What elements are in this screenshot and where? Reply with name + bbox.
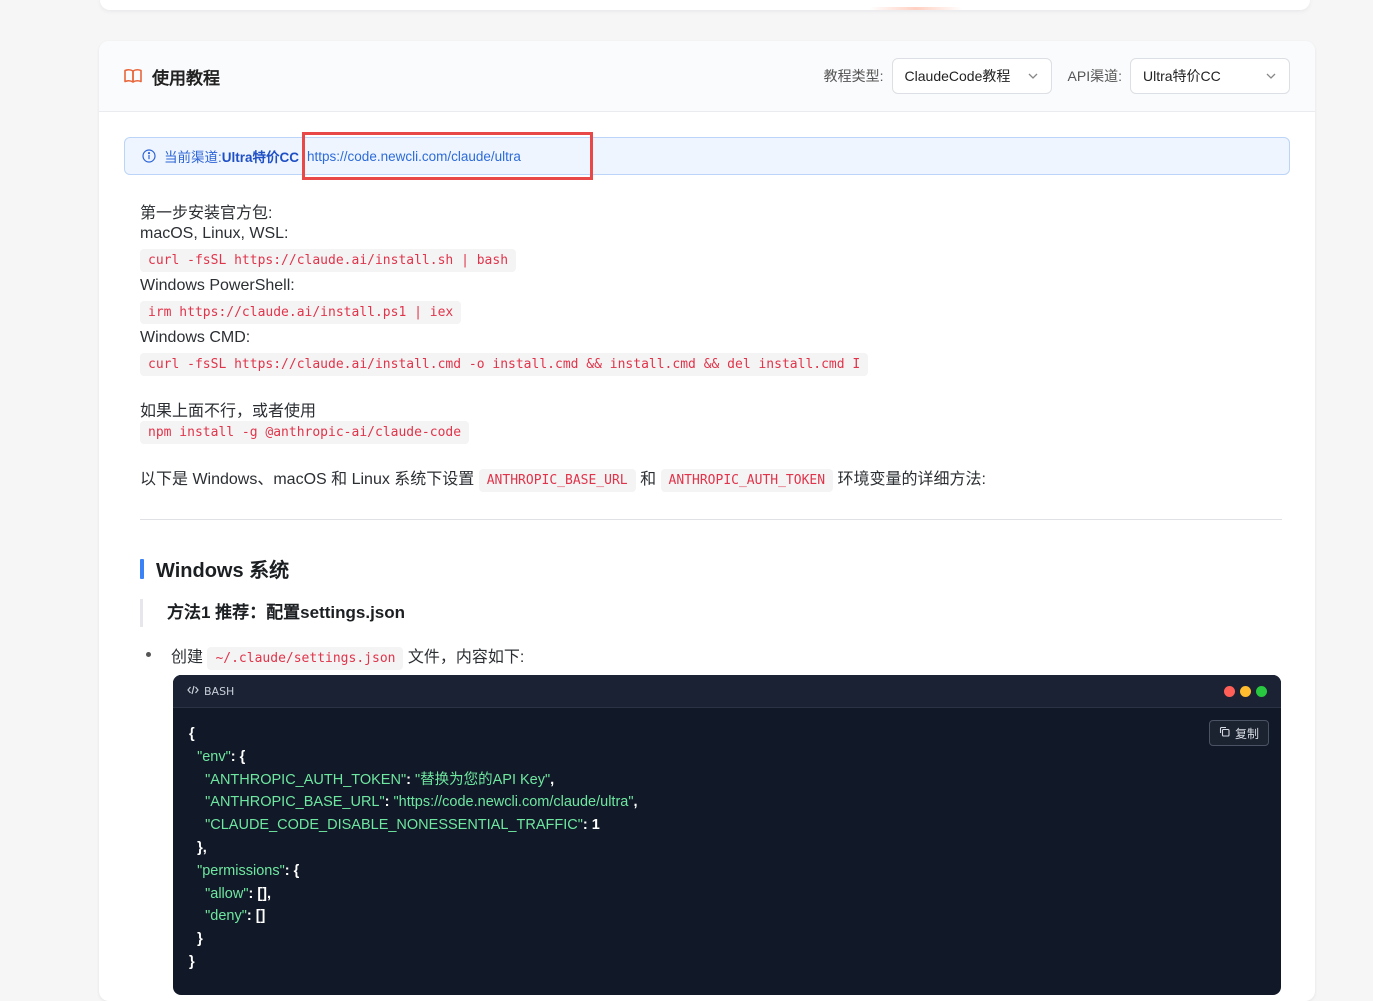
env-intro: 以下是 Windows、macOS 和 Linux 系统下设置 ANTHROPI… [140, 465, 986, 492]
accent-glow [870, 7, 962, 10]
window-dots [1224, 685, 1267, 697]
copy-icon [1219, 726, 1230, 740]
env-intro-text-a: 以下是 Windows、macOS 和 Linux 系统下设置 [140, 471, 479, 488]
code-value-base-url: "https://code.newcli.com/claude/ultra" [393, 794, 634, 811]
header-controls: 教程类型: ClaudeCode教程 API渠道: Ultra特价CC [824, 58, 1290, 94]
env-var-auth-token: ANTHROPIC_AUTH_TOKEN [660, 469, 834, 492]
divider [140, 519, 1282, 520]
red-dot-icon [1224, 685, 1235, 697]
code-key-token: "ANTHROPIC_AUTH_TOKEN" [205, 771, 407, 788]
api-channel-select[interactable]: Ultra特价CC [1130, 58, 1290, 94]
windows-heading: Windows 系统 [140, 554, 289, 583]
powershell-install-command: irm https://claude.ai/install.ps1 | iex [140, 301, 462, 324]
code-language-label: BASH [204, 684, 235, 698]
settings-json-code: { "env": { "ANTHROPIC_AUTH_TOKEN": "替换为您… [189, 726, 638, 970]
copy-button[interactable]: 复制 [1208, 720, 1269, 746]
page-title: 使用教程 [152, 68, 220, 88]
bullet-dot [146, 652, 151, 657]
api-channel-label: API渠道: [1067, 68, 1122, 84]
code-icon [187, 682, 199, 700]
env-intro-text-b: 和 [635, 471, 661, 488]
tutorial-type-label: 教程类型: [823, 68, 884, 84]
create-text-a: 创建 [171, 649, 208, 666]
alternative-label: 如果上面不行，或者使用 [140, 403, 317, 420]
chevron-down-icon [1027, 70, 1039, 82]
code-value-token: "替换为您的API Key" [414, 771, 551, 788]
code-key-env: "env" [197, 748, 231, 765]
code-key-traffic: "CLAUDE_CODE_DISABLE_NONESSENTIAL_TRAFFI… [205, 817, 583, 834]
npm-install-command: npm install -g @anthropic-ai/claude-code [140, 421, 470, 444]
chevron-down-icon [1265, 70, 1277, 82]
title-wrap: 使用教程 [124, 64, 220, 89]
create-settings-text: 创建 ~/.claude/settings.json 文件，内容如下: [171, 643, 525, 670]
code-key-permissions: "permissions" [197, 862, 285, 879]
tutorial-type-select[interactable]: ClaudeCode教程 [891, 58, 1052, 94]
tutorial-card: 使用教程 教程类型: ClaudeCode教程 API渠道: Ultra特价CC [99, 41, 1315, 1001]
card-header: 使用教程 教程类型: ClaudeCode教程 API渠道: Ultra特价CC [99, 41, 1315, 112]
step1-text: 第一步安装官方包: [140, 205, 273, 222]
code-key-allow: "allow" [205, 885, 249, 902]
mac-install-command: curl -fsSL https://claude.ai/install.sh … [140, 249, 517, 272]
channel-prefix: 当前渠道: [164, 150, 222, 165]
copy-label: 复制 [1234, 726, 1259, 741]
method1-heading: 方法1 推荐：配置settings.json [140, 599, 405, 627]
powershell-label: Windows PowerShell: [140, 277, 295, 294]
current-channel-bar: 当前渠道: Ultra特价CC https://code.newcli.com/… [124, 137, 1290, 175]
heading-accent-bar [140, 558, 144, 579]
windows-heading-text: Windows 系统 [156, 560, 290, 582]
channel-url[interactable]: https://code.newcli.com/claude/ultra [307, 149, 521, 164]
info-icon [142, 149, 156, 163]
settings-path: ~/.claude/settings.json [207, 647, 404, 670]
green-dot-icon [1256, 685, 1267, 697]
api-channel-value: Ultra特价CC [1143, 68, 1221, 84]
mac-label: macOS, Linux, WSL: [140, 225, 289, 242]
code-key-deny: "deny" [205, 908, 247, 925]
cmd-install-command: curl -fsSL https://claude.ai/install.cmd… [140, 353, 869, 376]
env-var-base-url: ANTHROPIC_BASE_URL [478, 469, 636, 492]
code-value-traffic: 1 [591, 817, 600, 834]
yellow-dot-icon [1240, 685, 1251, 697]
previous-card-edge [100, 0, 1310, 10]
cmd-label: Windows CMD: [140, 329, 251, 346]
code-block-header: BASH [173, 675, 1281, 708]
code-block: BASH 复制 { "env": { "ANTHROPIC_AUTH_TOKEN… [173, 675, 1281, 995]
channel-name: Ultra特价CC [221, 150, 300, 165]
tutorial-type-value: ClaudeCode教程 [904, 68, 1011, 84]
book-icon [124, 68, 142, 84]
code-key-base-url: "ANTHROPIC_BASE_URL" [205, 794, 385, 811]
create-text-b: 文件，内容如下: [403, 649, 525, 666]
env-intro-text-c: 环境变量的详细方法: [833, 471, 986, 488]
